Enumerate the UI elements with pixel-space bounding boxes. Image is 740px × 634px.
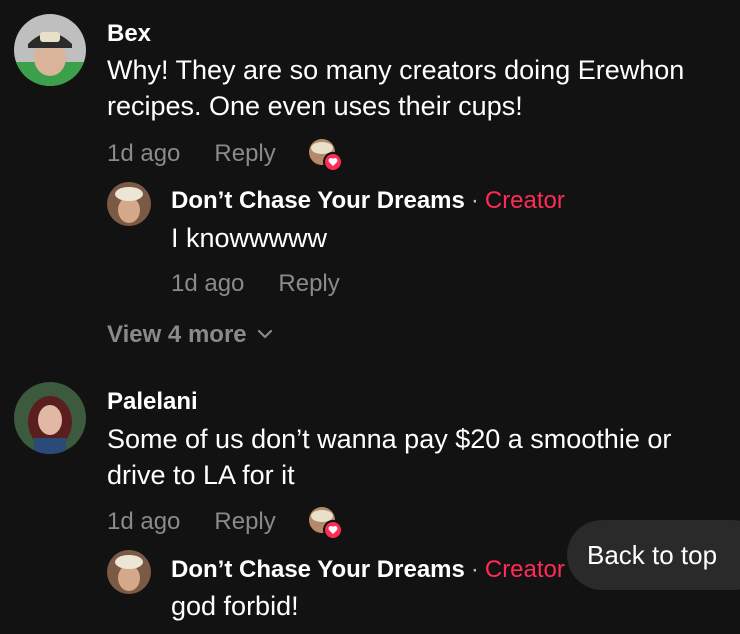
avatar-creator[interactable] (107, 550, 151, 594)
comment-text: Some of us don’t wanna pay $20 a smoothi… (107, 424, 672, 490)
reply-author[interactable]: Don’t Chase Your Dreams (171, 187, 465, 214)
comment-text: Why! They are so many creators doing Ere… (107, 55, 685, 121)
creator-liked-icon (307, 506, 343, 542)
chevron-down-icon (257, 318, 273, 346)
comment-time: 1d ago (107, 508, 181, 535)
reply-time: 1d ago (171, 270, 245, 297)
avatar-bex[interactable] (14, 14, 86, 86)
reply-author-line: Don’t Chase Your Dreams · Creator (171, 187, 565, 215)
comment-time: 1d ago (107, 140, 181, 167)
comment-author[interactable]: Palelani (107, 388, 198, 416)
separator: · (470, 556, 479, 583)
comment-meta: 1d ago Reply (107, 508, 276, 536)
creator-badge: Creator (484, 556, 565, 583)
view-more-replies-button[interactable]: View 4 more (107, 318, 273, 349)
reply-text: I knowwwww (171, 223, 328, 253)
creator-liked-icon (307, 138, 343, 174)
reply-text: god forbid! (171, 591, 299, 621)
reply-button[interactable]: Reply (214, 140, 275, 167)
view-more-label: View 4 more (107, 321, 247, 348)
reply-button[interactable]: Reply (214, 508, 275, 535)
avatar-creator[interactable] (107, 182, 151, 226)
reply-button[interactable]: Reply (278, 270, 339, 297)
separator: · (470, 187, 479, 214)
back-to-top-button[interactable]: Back to top (567, 520, 740, 590)
creator-badge: Creator (484, 187, 565, 214)
reply-meta: 1d ago Reply (171, 270, 340, 298)
avatar-palelani[interactable] (14, 382, 86, 454)
reply-author-line: Don’t Chase Your Dreams · Creator (171, 556, 565, 584)
comment-author[interactable]: Bex (107, 20, 151, 48)
reply-author[interactable]: Don’t Chase Your Dreams (171, 556, 465, 583)
comment-meta: 1d ago Reply (107, 140, 276, 168)
